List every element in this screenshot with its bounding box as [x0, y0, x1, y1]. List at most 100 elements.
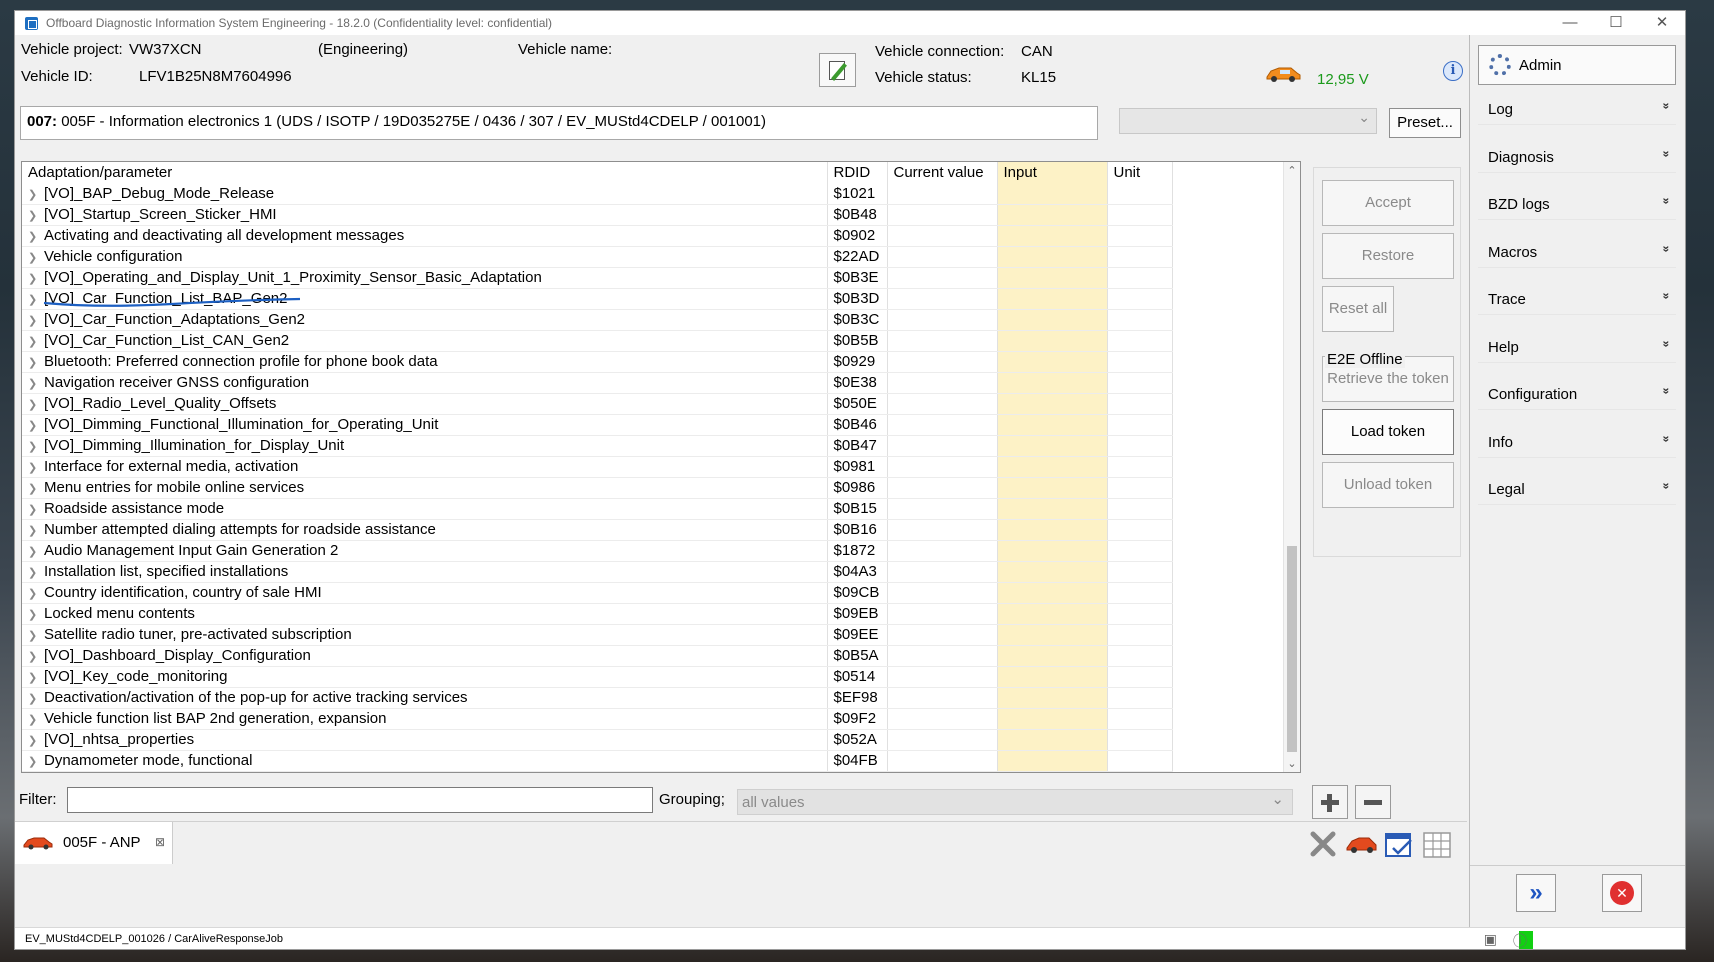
- sidebar-item-configuration[interactable]: Configuration »: [1478, 380, 1676, 410]
- input-cell[interactable]: [997, 603, 1108, 625]
- table-row[interactable]: ❯ [VO]_BAP_Debug_Mode_Release $1021: [22, 183, 1173, 205]
- table-row[interactable]: ❯ [VO]_Operating_and_Display_Unit_1_Proxi…: [22, 267, 1173, 289]
- input-cell[interactable]: [997, 372, 1108, 394]
- adaptation-name-cell[interactable]: ❯ Installation list, specified installati…: [22, 561, 828, 583]
- table-row[interactable]: ❯ Roadside assistance mode $0B15: [22, 498, 1173, 520]
- input-cell[interactable]: [997, 666, 1108, 688]
- sidebar-item-bzd-logs[interactable]: BZD logs »: [1478, 190, 1676, 220]
- column-header-current-value[interactable]: Current value: [887, 162, 998, 183]
- expand-chevron-icon[interactable]: ❯: [28, 419, 44, 432]
- filter-input[interactable]: [67, 787, 653, 813]
- info-icon[interactable]: i: [1443, 61, 1463, 81]
- expand-chevron-icon[interactable]: ❯: [28, 587, 44, 600]
- table-row[interactable]: ❯ [VO]_Dimming_Functional_Illumination_fo…: [22, 414, 1173, 436]
- input-cell[interactable]: [997, 519, 1108, 541]
- table-row[interactable]: ❯ Bluetooth: Preferred connection profile…: [22, 351, 1173, 373]
- adaptation-name-cell[interactable]: ❯ [VO]_Dimming_Illumination_for_Display_U…: [22, 435, 828, 457]
- input-cell[interactable]: [997, 645, 1108, 667]
- adaptation-name-cell[interactable]: ❯ Vehicle configuration: [22, 246, 828, 268]
- checklist-icon[interactable]: [1383, 828, 1415, 860]
- load-token-button[interactable]: Load token: [1322, 409, 1454, 455]
- input-cell[interactable]: [997, 351, 1108, 373]
- close-window-button[interactable]: ✕: [1639, 11, 1685, 35]
- column-header-rdid[interactable]: RDID: [827, 162, 888, 183]
- preset-button[interactable]: Preset...: [1389, 108, 1461, 138]
- table-row[interactable]: ❯ Installation list, specified installati…: [22, 561, 1173, 583]
- expand-chevron-icon[interactable]: ❯: [28, 629, 44, 642]
- table-row[interactable]: ❯ Satellite radio tuner, pre-activated su…: [22, 624, 1173, 646]
- table-row[interactable]: ❯ Deactivation/activation of the pop-up f…: [22, 687, 1173, 709]
- vehicle-icon[interactable]: [1345, 828, 1377, 860]
- expand-chevron-icon[interactable]: ❯: [28, 755, 44, 768]
- tab-close-icon[interactable]: ⊠: [155, 835, 165, 849]
- adaptation-name-cell[interactable]: ❯ Country identification, country of sale…: [22, 582, 828, 604]
- status-info-icon[interactable]: ⓘ: [1513, 931, 1527, 949]
- input-cell[interactable]: [997, 330, 1108, 352]
- adaptation-name-cell[interactable]: ❯ Vehicle function list BAP 2nd generatio…: [22, 708, 828, 730]
- input-cell[interactable]: [997, 267, 1108, 289]
- adaptation-name-cell[interactable]: ❯ [VO]_Dashboard_Display_Configuration: [22, 645, 828, 667]
- sidebar-item-log[interactable]: Log »: [1478, 95, 1676, 125]
- table-row[interactable]: ❯ Audio Management Input Gain Generation …: [22, 540, 1173, 562]
- input-cell[interactable]: [997, 624, 1108, 646]
- adaptation-name-cell[interactable]: ❯ Bluetooth: Preferred connection profile…: [22, 351, 828, 373]
- input-cell[interactable]: [997, 435, 1108, 457]
- expand-chevron-icon[interactable]: ❯: [28, 272, 44, 285]
- adaptation-name-cell[interactable]: ❯ [VO]_nhtsa_properties: [22, 729, 828, 751]
- input-cell[interactable]: [997, 687, 1108, 709]
- unload-token-button[interactable]: Unload token: [1322, 462, 1454, 508]
- adaptation-name-cell[interactable]: ❯ [VO]_Car_Function_List_CAN_Gen2: [22, 330, 828, 352]
- adaptation-name-cell[interactable]: ❯ Audio Management Input Gain Generation …: [22, 540, 828, 562]
- table-row[interactable]: ❯ Activating and deactivating all develop…: [22, 225, 1173, 247]
- input-cell[interactable]: [997, 477, 1108, 499]
- table-scrollbar[interactable]: ⌃ ⌄: [1283, 162, 1300, 772]
- scroll-down-icon[interactable]: ⌄: [1284, 757, 1300, 770]
- adaptation-name-cell[interactable]: ❯ Satellite radio tuner, pre-activated su…: [22, 624, 828, 646]
- expand-chevron-icon[interactable]: ❯: [28, 650, 44, 663]
- table-row[interactable]: ❯ Locked menu contents $09EB: [22, 603, 1173, 625]
- table-row[interactable]: ❯ Number attempted dialing attempts for r…: [22, 519, 1173, 541]
- table-row[interactable]: ❯ [VO]_Dashboard_Display_Configuration $0B…: [22, 645, 1173, 667]
- adaptation-name-cell[interactable]: ❯ Number attempted dialing attempts for r…: [22, 519, 828, 541]
- adaptation-name-cell[interactable]: ❯ Deactivation/activation of the pop-up f…: [22, 687, 828, 709]
- restore-button[interactable]: Restore: [1322, 233, 1454, 279]
- adaptation-name-cell[interactable]: ❯ Menu entries for mobile online services: [22, 477, 828, 499]
- grid-icon[interactable]: [1421, 828, 1453, 860]
- scroll-up-icon[interactable]: ⌃: [1284, 164, 1300, 177]
- table-row[interactable]: ❯ Vehicle configuration $22AD: [22, 246, 1173, 268]
- adaptation-name-cell[interactable]: ❯ Activating and deactivating all develop…: [22, 225, 828, 247]
- expand-chevron-icon[interactable]: ❯: [28, 188, 44, 201]
- input-cell[interactable]: [997, 204, 1108, 226]
- sidebar-item-info[interactable]: Info »: [1478, 428, 1676, 458]
- expand-chevron-icon[interactable]: ❯: [28, 566, 44, 579]
- forward-button[interactable]: »: [1516, 874, 1556, 912]
- expand-chevron-icon[interactable]: ❯: [28, 335, 44, 348]
- expand-chevron-icon[interactable]: ❯: [28, 209, 44, 222]
- expand-chevron-icon[interactable]: ❯: [28, 608, 44, 621]
- adaptation-name-cell[interactable]: ❯ [VO]_Radio_Level_Quality_Offsets: [22, 393, 828, 415]
- expand-chevron-icon[interactable]: ❯: [28, 671, 44, 684]
- maximize-button[interactable]: ☐: [1593, 11, 1639, 35]
- expand-chevron-icon[interactable]: ❯: [28, 734, 44, 747]
- expand-chevron-icon[interactable]: ❯: [28, 251, 44, 264]
- admin-button[interactable]: Admin: [1478, 45, 1676, 85]
- sidebar-item-macros[interactable]: Macros »: [1478, 238, 1676, 268]
- table-row[interactable]: ❯ [VO]_Key_code_monitoring $0514: [22, 666, 1173, 688]
- input-cell[interactable]: [997, 288, 1108, 310]
- column-header-adaptation[interactable]: Adaptation/parameter: [22, 162, 828, 183]
- collapse-all-button[interactable]: [1355, 785, 1391, 819]
- input-cell[interactable]: [997, 246, 1108, 268]
- adaptation-name-cell[interactable]: ❯ [VO]_Key_code_monitoring: [22, 666, 828, 688]
- minimize-button[interactable]: —: [1547, 11, 1593, 35]
- table-row[interactable]: ❯ [VO]_Startup_Screen_Sticker_HMI $0B48: [22, 204, 1173, 226]
- table-row[interactable]: ❯ Vehicle function list BAP 2nd generatio…: [22, 708, 1173, 730]
- adaptation-name-cell[interactable]: ❯ Interface for external media, activatio…: [22, 456, 828, 478]
- column-header-input[interactable]: Input: [997, 162, 1108, 183]
- table-row[interactable]: ❯ [VO]_Car_Function_Adaptations_Gen2 $0B3C: [22, 309, 1173, 331]
- input-cell[interactable]: [997, 456, 1108, 478]
- expand-all-button[interactable]: [1312, 785, 1348, 819]
- table-row[interactable]: ❯ Dynamometer mode, functional $04FB: [22, 750, 1173, 772]
- reset-all-button[interactable]: Reset all: [1322, 286, 1394, 332]
- adaptation-name-cell[interactable]: ❯ [VO]_Dimming_Functional_Illumination_fo…: [22, 414, 828, 436]
- disconnect-tools-icon[interactable]: [1307, 828, 1339, 860]
